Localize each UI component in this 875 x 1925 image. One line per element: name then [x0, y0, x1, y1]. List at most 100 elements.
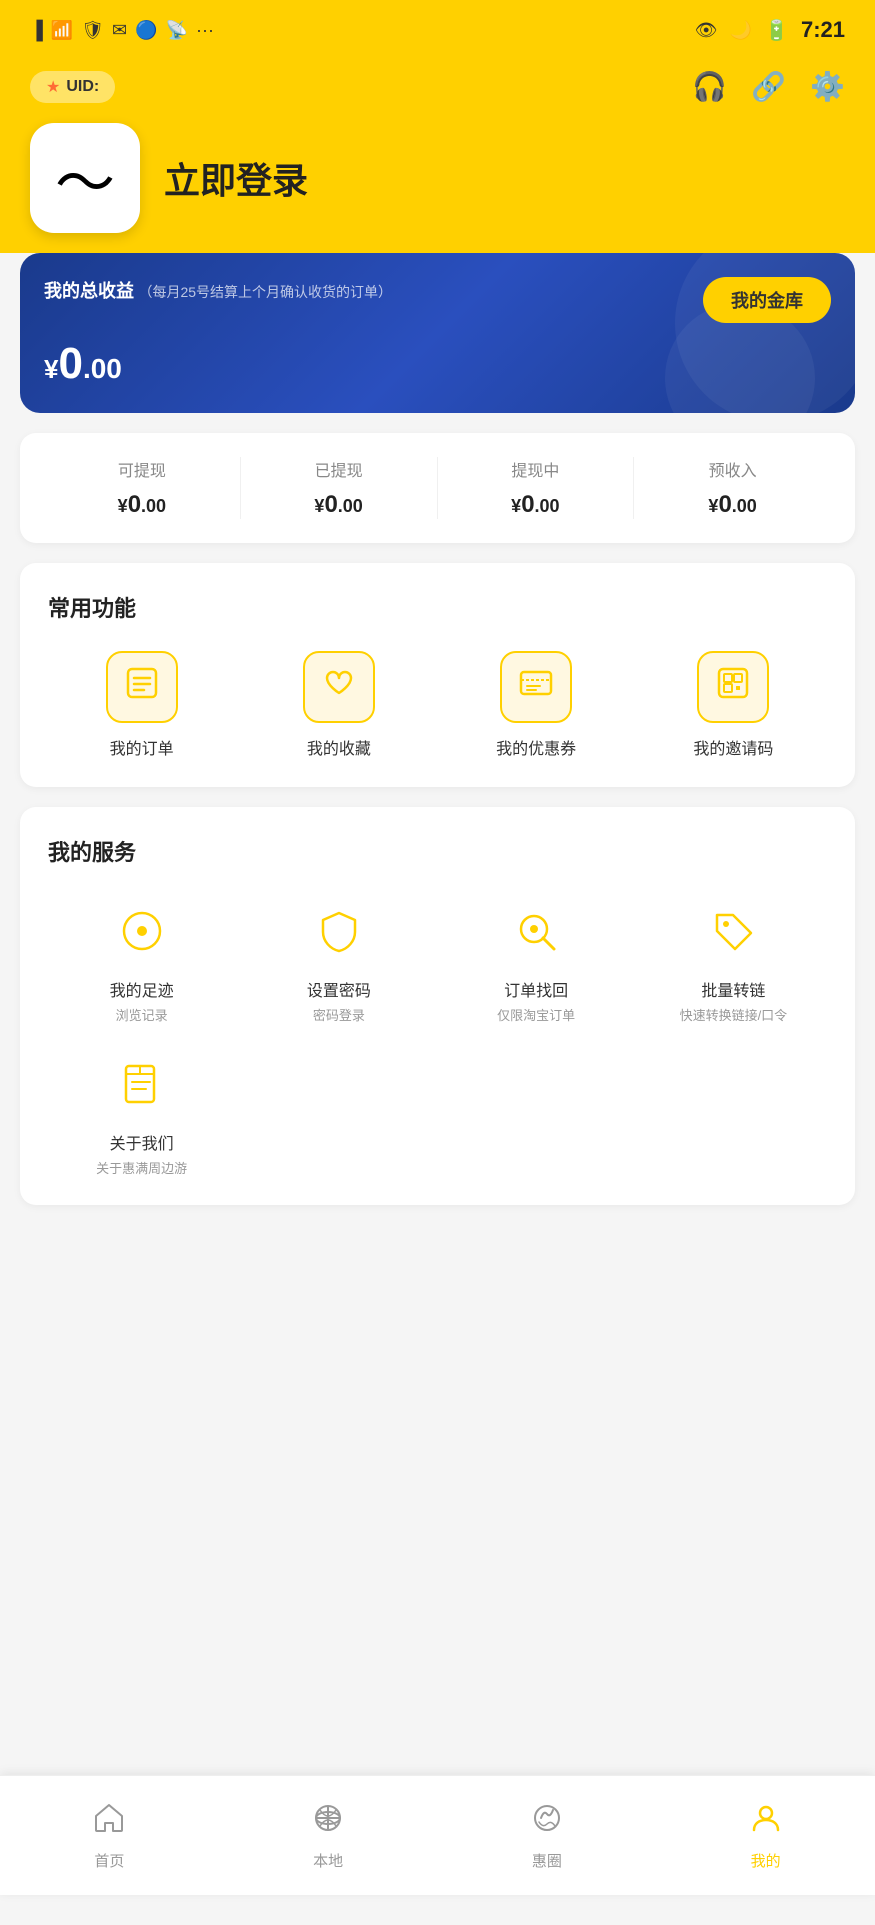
service-grid: 我的足迹 浏览记录 设置密码 密码登录 — [48, 895, 827, 1177]
footprint-icon-wrap — [106, 895, 178, 967]
batch-link-label: 批量转链 — [701, 977, 765, 1001]
shield-password-icon — [315, 907, 363, 955]
header-top: ★ UID: 🎧 🔗 ⚙️ — [30, 70, 845, 103]
earnings-subtitle: （每月25号结算上个月确认收货的订单） — [138, 284, 392, 300]
nav-huiquan-label: 惠圈 — [532, 1850, 562, 1871]
set-password-sublabel: 密码登录 — [313, 1005, 365, 1024]
batch-link-sublabel: 快速转换链接/口令 — [680, 1005, 788, 1024]
footprint-icon — [118, 907, 166, 955]
footprint-label: 我的足迹 — [110, 977, 174, 1001]
about-us-sublabel: 关于惠满周边游 — [96, 1158, 187, 1177]
sim-icon: 📡 — [166, 20, 188, 41]
home-icon — [91, 1800, 127, 1844]
invite-code-icon — [715, 665, 751, 709]
my-services-title: 我的服务 — [48, 835, 827, 867]
nav-local-label: 本地 — [313, 1850, 343, 1871]
uid-star-icon: ★ — [46, 77, 60, 97]
about-us-label: 关于我们 — [110, 1130, 174, 1154]
feature-my-orders[interactable]: 我的订单 — [48, 651, 235, 759]
wifi-icon: 📶 — [51, 20, 73, 41]
avatar[interactable]: 〜 — [30, 123, 140, 233]
nav-huiquan[interactable]: 惠圈 — [438, 1776, 657, 1895]
main-content: 我的总收益 （每月25号结算上个月确认收货的订单） 我的金库 ¥0.00 可提现… — [0, 253, 875, 1925]
my-services-card: 我的服务 我的足迹 浏览记录 设置密码 密 — [20, 807, 855, 1205]
earnings-decimal: .00 — [83, 353, 122, 384]
user-profile: 〜 立即登录 — [30, 123, 845, 233]
tag-icon — [709, 907, 757, 955]
my-favorites-icon-wrap — [303, 651, 375, 723]
moon-icon: 🌙 — [730, 20, 752, 41]
more-icon: ··· — [196, 20, 214, 41]
settings-icon[interactable]: ⚙️ — [810, 70, 845, 103]
eye-icon: 👁 — [695, 20, 718, 41]
status-bar: ▐ 📶 🛡 ✉ 🔵 📡 ··· 👁 🌙 🔋 7:21 — [0, 0, 875, 60]
vault-button[interactable]: 我的金库 — [703, 277, 831, 323]
service-footprint[interactable]: 我的足迹 浏览记录 — [48, 895, 235, 1024]
service-about-us[interactable]: 关于我们 关于惠满周边游 — [48, 1048, 235, 1177]
footprint-sublabel: 浏览记录 — [116, 1005, 168, 1024]
login-button[interactable]: 立即登录 — [164, 152, 308, 204]
earnings-title: 我的总收益 — [44, 281, 134, 301]
service-set-password[interactable]: 设置密码 密码登录 — [245, 895, 432, 1024]
order-recovery-icon-wrap — [500, 895, 572, 967]
my-orders-label: 我的订单 — [110, 735, 174, 759]
uid-badge[interactable]: ★ UID: — [30, 71, 115, 103]
service-order-recovery[interactable]: 订单找回 仅限淘宝订单 — [443, 895, 630, 1024]
invite-code-icon-wrap — [697, 651, 769, 723]
earnings-currency: ¥ — [44, 354, 58, 384]
service-batch-link[interactable]: 批量转链 快速转换链接/口令 — [640, 895, 827, 1024]
uid-label: UID: — [66, 78, 99, 96]
favorites-icon — [321, 665, 357, 709]
mail-icon: ✉ — [112, 20, 127, 41]
earnings-header: 我的总收益 （每月25号结算上个月确认收货的订单） 我的金库 — [44, 277, 831, 323]
link-icon[interactable]: 🔗 — [751, 70, 786, 103]
about-us-icon-wrap — [106, 1048, 178, 1120]
stat-withdrawn-value: ¥0.00 — [241, 491, 437, 519]
earnings-title-group: 我的总收益 （每月25号结算上个月确认收货的订单） — [44, 277, 392, 303]
status-right: 👁 🌙 🔋 7:21 — [695, 17, 845, 43]
mine-icon — [748, 1800, 784, 1844]
status-left: ▐ 📶 🛡 ✉ 🔵 📡 ··· — [30, 20, 214, 41]
batch-link-icon-wrap — [697, 895, 769, 967]
earnings-card: 我的总收益 （每月25号结算上个月确认收货的订单） 我的金库 ¥0.00 — [20, 253, 855, 413]
nav-home[interactable]: 首页 — [0, 1776, 219, 1895]
coupons-label: 我的优惠券 — [496, 735, 576, 759]
header: ★ UID: 🎧 🔗 ⚙️ 〜 立即登录 — [0, 60, 875, 263]
stat-withdrawing-label: 提现中 — [438, 457, 634, 481]
feature-my-favorites[interactable]: 我的收藏 — [245, 651, 432, 759]
order-recovery-label: 订单找回 — [504, 977, 568, 1001]
huiquan-icon — [529, 1800, 565, 1844]
earnings-amount: ¥0.00 — [44, 339, 831, 389]
stat-withdrawn: 已提现 ¥0.00 — [241, 457, 438, 519]
nav-home-label: 首页 — [94, 1850, 124, 1871]
orders-icon — [124, 665, 160, 709]
my-favorites-label: 我的收藏 — [307, 735, 371, 759]
stat-expected-value: ¥0.00 — [634, 491, 831, 519]
nav-mine-label: 我的 — [751, 1850, 781, 1871]
customer-service-icon[interactable]: 🎧 — [692, 70, 727, 103]
avatar-icon: 〜 — [55, 135, 115, 222]
nav-local[interactable]: 本地 — [219, 1776, 438, 1895]
search-order-icon — [512, 907, 560, 955]
status-time: 7:21 — [801, 17, 845, 43]
set-password-icon-wrap — [303, 895, 375, 967]
stat-withdrawable-label: 可提现 — [44, 457, 240, 481]
feature-invite-code[interactable]: 我的邀请码 — [640, 651, 827, 759]
local-icon — [310, 1800, 346, 1844]
nav-mine[interactable]: 我的 — [656, 1776, 875, 1895]
stat-withdrawing: 提现中 ¥0.00 — [438, 457, 635, 519]
stats-row: 可提现 ¥0.00 已提现 ¥0.00 提现中 ¥0.00 预收入 ¥0.00 — [20, 433, 855, 543]
bottom-nav: 首页 本地 惠圈 — [0, 1775, 875, 1895]
feature-coupons[interactable]: 我的优惠券 — [443, 651, 630, 759]
status-icons: ▐ 📶 🛡 ✉ 🔵 📡 ··· — [30, 20, 214, 41]
stat-expected-label: 预收入 — [634, 457, 831, 481]
common-functions-title: 常用功能 — [48, 591, 827, 623]
stat-withdrawing-value: ¥0.00 — [438, 491, 634, 519]
coupons-icon-wrap — [500, 651, 572, 723]
my-orders-icon-wrap — [106, 651, 178, 723]
stat-withdrawable: 可提现 ¥0.00 — [44, 457, 241, 519]
common-functions-card: 常用功能 我的订单 — [20, 563, 855, 787]
stat-withdrawn-label: 已提现 — [241, 457, 437, 481]
order-recovery-sublabel: 仅限淘宝订单 — [497, 1005, 575, 1024]
vpn-icon: 🔵 — [135, 20, 157, 41]
